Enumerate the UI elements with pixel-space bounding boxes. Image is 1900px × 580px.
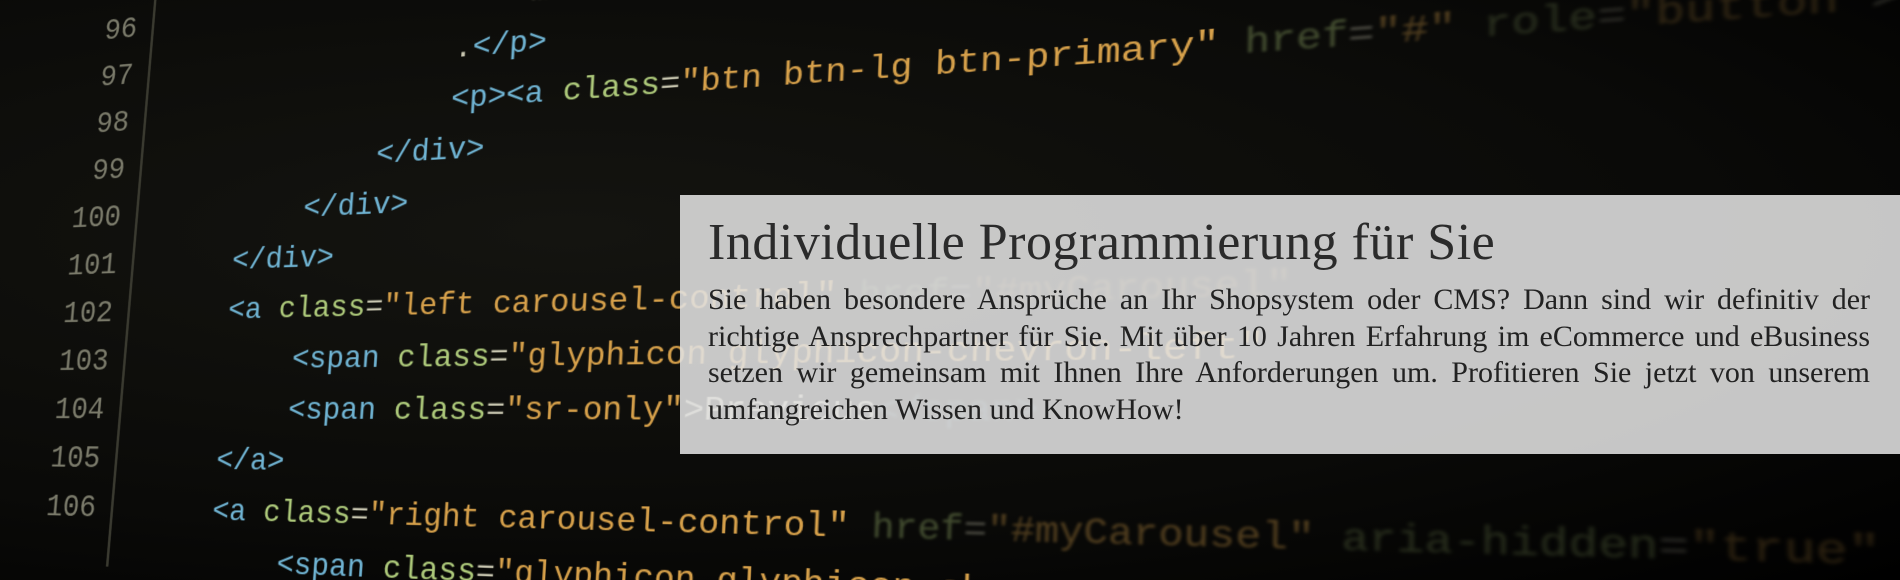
line-number: 104 <box>45 393 121 429</box>
line-number <box>33 564 106 567</box>
code-content: </a> <box>149 442 285 480</box>
line-number: 97 <box>74 58 149 98</box>
line-number: 100 <box>62 200 137 238</box>
line-number: 106 <box>36 490 112 528</box>
line-number: 96 <box>78 11 153 52</box>
overlay-body: Sie haben besondere Ansprüche an Ihr Sho… <box>708 282 1870 428</box>
line-number: 98 <box>70 105 145 144</box>
line-number: 102 <box>53 296 129 333</box>
promo-overlay: Individuelle Programmierung für Sie Sie … <box>680 195 1900 454</box>
line-number: 105 <box>40 441 116 478</box>
line-number: 99 <box>66 152 141 191</box>
gutter-divider <box>151 0 157 35</box>
overlay-heading: Individuelle Programmierung für Sie <box>708 213 1870 272</box>
line-number: 101 <box>57 248 133 285</box>
code-content: </div> <box>166 239 336 280</box>
line-number: 103 <box>49 344 125 380</box>
